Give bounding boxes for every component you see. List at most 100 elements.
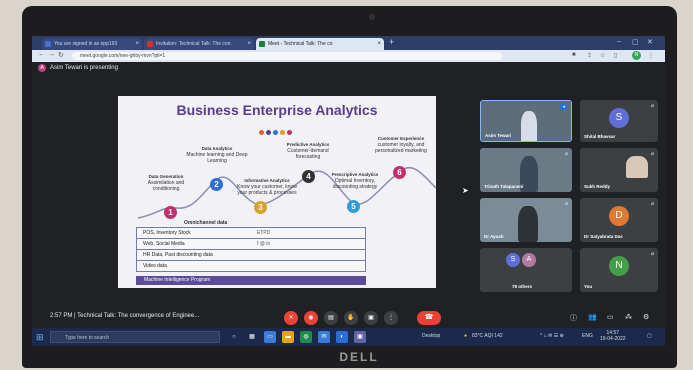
back-icon[interactable]: ← — [38, 51, 45, 58]
laptop-frame: You are signed in as epp193 × Invitation… — [22, 6, 677, 368]
star-icon[interactable]: ☆ — [600, 52, 605, 59]
screen: You are signed in as epp193 × Invitation… — [32, 36, 665, 346]
info-icon[interactable]: ⓘ — [570, 313, 577, 323]
mic-button[interactable]: ✕ — [284, 311, 298, 325]
participant-tile-satyabrata[interactable]: D ⌀ Dr Satyabrata Das — [580, 198, 658, 242]
step-1-badge: 1 — [164, 206, 177, 219]
outlook-icon[interactable]: ✉ — [318, 331, 330, 343]
slide-banner: Machine Intelligence Program — [136, 276, 366, 285]
file-explorer-icon[interactable]: ▭ — [264, 331, 276, 343]
edge-icon[interactable]: ◐ — [336, 331, 348, 343]
mic-off-icon: ⌀ — [650, 251, 654, 257]
speaking-icon: ◂ — [560, 104, 567, 110]
system-tray-icons[interactable]: ^ ⌂ ✉ ☰ ⊕ — [540, 333, 564, 339]
step-2-label: Data Analytics Machine learning and Deep… — [186, 146, 248, 164]
self-tile[interactable]: N ⌀ You — [580, 248, 658, 292]
notifications-icon[interactable]: ▢ — [647, 333, 652, 339]
participant-name: Sukh Reddy — [584, 184, 611, 189]
data-source-row: POS, Inventory Stock ETPD — [136, 227, 366, 238]
participant-tile-trinath[interactable]: ⌀ Trinath Talapaneni — [480, 148, 572, 192]
camera-icon[interactable]: ■ — [572, 52, 576, 58]
chrome-icon[interactable]: ◍ — [300, 331, 312, 343]
self-name: You — [584, 284, 593, 289]
participant-video — [626, 156, 648, 178]
participant-avatar: A — [522, 253, 536, 267]
windows-taskbar: ⊞ Type here to search ○ ▦ ▭ ▬ ◍ ✉ ◐ ▣ De… — [32, 328, 665, 346]
participant-avatar: D — [609, 206, 629, 226]
tab-signed-in[interactable]: You are signed in as epp193 × — [42, 38, 142, 50]
camera-button[interactable]: ◉ — [304, 311, 318, 325]
participant-avatar: S — [609, 108, 629, 128]
mic-off-icon: ⌀ — [650, 103, 654, 109]
participant-video — [518, 206, 538, 242]
step-6-label: Customer Experience customer loyalty, an… — [368, 136, 434, 154]
presenter-avatar: A — [38, 64, 46, 72]
teams-icon[interactable]: ▣ — [354, 331, 366, 343]
presentation-slide: Business Enterprise Analytics 1 Data Gen… — [118, 96, 436, 288]
participant-tile-asim[interactable]: ◂ Asim Tewari — [480, 100, 572, 142]
url-input[interactable]: meet.google.com/nee-ghby-mvn?pli=1 — [72, 52, 502, 60]
folder-icon[interactable]: ▬ — [282, 331, 294, 343]
captions-button[interactable]: ▤ — [324, 311, 338, 325]
close-icon[interactable]: × — [247, 38, 251, 50]
present-button[interactable]: ▣ — [364, 311, 378, 325]
raise-hand-button[interactable]: ✋ — [344, 311, 358, 325]
people-icon[interactable]: 👥 — [588, 313, 597, 321]
task-view-icon[interactable]: ○ — [228, 331, 240, 343]
close-icon[interactable]: × — [377, 38, 381, 50]
chat-icon[interactable]: ▭ — [607, 313, 614, 321]
others-tile[interactable]: S A 78 others — [480, 248, 572, 292]
close-window-icon[interactable]: ✕ — [647, 38, 653, 46]
address-bar-row: ← → ↻ meet.google.com/nee-ghby-mvn?pli=1… — [32, 50, 665, 62]
participant-tile-shital[interactable]: S ⌀ Shital Bhavsar — [580, 100, 658, 142]
forward-icon[interactable]: → — [48, 51, 55, 58]
participant-name: Asim Tewari — [485, 133, 512, 138]
participant-tile-ayush[interactable]: ⌀ Dr Ayush — [480, 198, 572, 242]
tab-invitation[interactable]: Invitation: Technical Talk: The con × — [144, 38, 254, 50]
step-3-label: Informative Analytics Know your customer… — [236, 178, 298, 196]
close-icon[interactable]: × — [135, 38, 139, 50]
participant-name: Dr Ayush — [484, 234, 504, 239]
participant-tile-sukh[interactable]: ⌀ Sukh Reddy — [580, 148, 658, 192]
end-call-button[interactable]: ☎ — [417, 311, 441, 325]
widgets-icon[interactable]: ▦ — [246, 331, 258, 343]
meeting-title: Technical Talk: The convergence of Engin… — [77, 313, 200, 319]
webcam — [369, 14, 375, 20]
data-source-row: HR Data, Past discounting data — [136, 249, 366, 260]
share-icon[interactable]: ⇪ — [587, 52, 592, 59]
tab-meet[interactable]: Meet - Technical Talk: The co × — [256, 38, 384, 50]
data-source-row: Web, Social Media f @ in — [136, 238, 366, 249]
activities-icon[interactable]: ⁂ — [625, 313, 632, 321]
minimize-icon[interactable]: – — [617, 38, 621, 45]
step-4-desc: Customer-demand forecasting — [287, 148, 329, 160]
row-text: HR Data, Past discounting data — [143, 252, 213, 258]
menu-icon[interactable]: ⋮ — [648, 52, 654, 59]
tab-label: Invitation: Technical Talk: The con — [156, 41, 231, 47]
presenting-bar: A Asim Tewari is presenting — [32, 62, 665, 74]
new-tab-button[interactable]: + — [389, 37, 394, 47]
language-label[interactable]: ENG — [582, 333, 593, 339]
tab-label: You are signed in as epp193 — [54, 41, 118, 47]
maximize-icon[interactable]: ▢ — [632, 38, 639, 46]
more-options-button[interactable]: ⋮ — [384, 311, 398, 325]
step-5-label: Prescriptive Analytics Optimal Inventory… — [324, 172, 386, 190]
profile-avatar[interactable]: N — [632, 51, 641, 60]
row-text: Video data — [143, 263, 167, 269]
step-4-label: Predictive Analytics Customer-demand for… — [276, 142, 340, 160]
step-5-badge: 5 — [347, 200, 360, 213]
browser-tab-strip: You are signed in as epp193 × Invitation… — [32, 36, 665, 50]
reload-icon[interactable]: ↻ — [58, 51, 64, 59]
self-avatar: N — [609, 256, 629, 276]
weather-icon: ● — [464, 333, 468, 339]
host-controls-icon[interactable]: ⚙ — [643, 313, 649, 321]
sidebar-icon[interactable]: ▯ — [614, 52, 617, 59]
taskbar-clock[interactable]: 14:57 19-04-2022 — [600, 330, 626, 342]
desktop-label[interactable]: Desktop — [422, 333, 440, 339]
windows-start-icon[interactable]: ⊞ — [36, 332, 46, 342]
tab-favicon-icon — [45, 41, 51, 47]
taskbar-search[interactable]: Type here to search — [50, 331, 220, 343]
clock-date: 19-04-2022 — [600, 336, 626, 342]
weather-text[interactable]: 83°C AQI 142 — [472, 333, 503, 339]
cursor-icon: ➤ — [462, 186, 469, 195]
participant-name: Trinath Talapaneni — [484, 184, 524, 189]
